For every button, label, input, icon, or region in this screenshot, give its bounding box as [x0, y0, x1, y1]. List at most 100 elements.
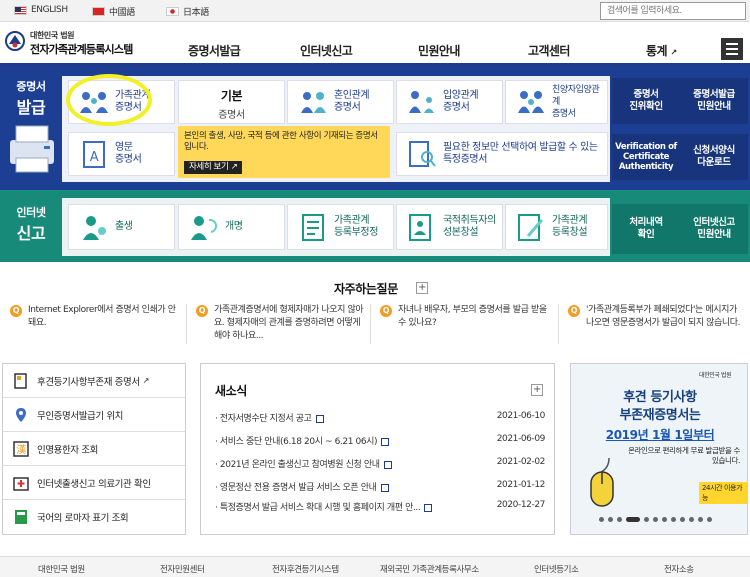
banner-pager[interactable]	[599, 517, 712, 522]
issue-label-big: 발급	[16, 98, 46, 117]
card-nationality-surname-report[interactable]: 국적취득자의 성본창설	[396, 204, 503, 250]
site-header: 대한민국 법원 전자가족관계등록시스템 증명서발급 인터넷신고 민원안내 고객센…	[0, 22, 750, 66]
quick-link-birth-hospital[interactable]: 인터넷출생신고 의료기관 확인	[3, 466, 185, 500]
card-specific-certificate[interactable]: 필요한 정보만 선택하여 발급할 수 있는 특정증명서	[396, 132, 608, 176]
banner-desc: 온라인으로 편리하게 무료 발급받을 수 있습니다.	[628, 446, 740, 465]
printer-icon	[10, 125, 54, 173]
quick-link-guardianship[interactable]: 후견등기사항부존재 증명서 ↗	[3, 364, 185, 398]
faq-q-icon: Q	[10, 305, 22, 317]
faq-more-button[interactable]: +	[416, 282, 428, 294]
baby-icon	[83, 216, 106, 240]
book-icon	[15, 510, 27, 524]
report-label-big: 신고	[16, 224, 46, 243]
faq-item-3[interactable]: Q 자녀나 배우자, 부모의 증명서를 발급 받을 수 있나요?	[380, 304, 550, 330]
footer-link-overseas[interactable]: 재외국민 가족관계등록사무소	[380, 563, 479, 575]
basic-certificate-notice: 본인의 출생, 사망, 국적 등에 관한 사항이 기재되는 증명서입니다. 자세…	[178, 126, 390, 178]
card-creation-label: 가족관계 등록창설	[552, 215, 588, 238]
card-rename-label: 개명	[225, 221, 243, 232]
nav-internet-report[interactable]: 인터넷신고	[300, 42, 353, 59]
new-badge-icon	[380, 483, 389, 492]
document-a-icon: A	[83, 141, 105, 168]
court-logo-icon[interactable]	[4, 30, 26, 52]
japan-flag-icon	[166, 7, 179, 16]
faq-item-4[interactable]: Q '가족관계등록부가 폐쇄되었다'는 메시지가 나오면 영문증명서가 발급이 …	[568, 304, 746, 330]
lang-chinese-label: 中國語	[109, 8, 135, 18]
document-search-icon	[409, 141, 436, 167]
card-birth-report[interactable]: 출생	[68, 204, 175, 250]
document-person-icon	[409, 214, 431, 241]
svg-text:A: A	[90, 150, 99, 165]
news-more-button[interactable]: +	[531, 384, 543, 396]
person-refresh-icon	[191, 216, 218, 240]
card-english-certificate[interactable]: A 영문 증명서	[68, 132, 175, 176]
issue-band-label: 증명서 발급	[0, 78, 62, 118]
side-process-check[interactable]: 처리내역 확인	[612, 204, 680, 254]
report-band-label: 인터넷 신고	[0, 204, 62, 244]
side-verify-certificate[interactable]: 증명서 진위확인	[612, 78, 680, 124]
lang-chinese-link[interactable]: 中國語	[92, 5, 135, 18]
faq-text: 자녀나 배우자, 부모의 증명서를 발급 받을 수 있나요?	[398, 305, 547, 328]
side-certificate-guide[interactable]: 증명서발급 민원안내	[680, 78, 748, 124]
couple-icon	[301, 92, 326, 113]
promo-banner[interactable]: 대한민국 법원 후견 등기사항 부존재증명서는 2019년 1월 1일부터 온라…	[570, 363, 748, 535]
footer-link-civil-center[interactable]: 전자민원센터	[160, 563, 205, 575]
quick-link-romanization[interactable]: 국어의 로마자 표기 조회	[3, 500, 185, 534]
lang-english-label: ENGLISH	[31, 5, 68, 15]
news-date: 2021-02-02	[496, 457, 546, 467]
nav-certificate[interactable]: 증명서발급	[188, 42, 241, 59]
svg-text:漢: 漢	[16, 443, 26, 456]
card-special-adoption-certificate[interactable]: 친양자입양관계 증명서	[505, 80, 608, 124]
card-correction-label: 가족관계 등록부정정	[334, 215, 379, 238]
new-badge-icon	[424, 503, 433, 512]
banner-badge: 24시간 이용가능	[699, 482, 747, 504]
quick-link-kiosk-location[interactable]: 무인증명서발급기 위치	[3, 398, 185, 432]
footer-link-guardianship[interactable]: 전자후견등기시스템	[272, 563, 339, 575]
notice-detail-button[interactable]: 자세히 보기 ↗	[184, 161, 243, 174]
footer-link-registry[interactable]: 인터넷등기소	[534, 563, 579, 575]
quick-link-label: 인터넷출생신고 의료기관 확인	[37, 478, 151, 490]
card-marriage-label: 혼인관계 증명서	[334, 90, 370, 113]
notice-detail-label: 자세히 보기	[189, 162, 229, 172]
language-bar: ENGLISH 中國語 日本語	[0, 0, 750, 22]
nav-civil-guide[interactable]: 민원안내	[418, 42, 460, 59]
card-adoption-certificate[interactable]: 입양관계 증명서	[396, 80, 503, 124]
side-report-guide[interactable]: 인터넷신고 민원안내	[680, 204, 748, 254]
card-marriage-certificate[interactable]: 혼인관계 증명서	[287, 80, 394, 124]
china-flag-icon	[92, 7, 105, 16]
hanja-icon: 漢	[13, 440, 29, 457]
faq-item-2[interactable]: Q 가족관계증명서에 형제자매가 나오지 않아요. 형제자매의 관계를 증명하려…	[196, 304, 366, 343]
map-pin-icon	[16, 407, 26, 422]
faq-text: '가족관계등록부가 폐쇄되었다'는 메시지가 나오면 영문증명서가 발급이 되지…	[586, 305, 741, 328]
side-form-download[interactable]: 신청서양식 다운로드	[680, 134, 748, 180]
document-icon	[14, 372, 27, 389]
banner-date: 2019년 1월 1일부터	[605, 428, 715, 442]
card-basic-certificate[interactable]: 기본 증명서	[178, 80, 285, 124]
quick-link-label: 무인증명서발급기 위치	[37, 410, 124, 422]
card-correction-report[interactable]: 가족관계 등록부정정	[287, 204, 394, 250]
report-label-small: 인터넷	[16, 206, 46, 219]
news-date: 2020-12-27	[496, 500, 546, 510]
footer-link-e-litigation[interactable]: 전자소송	[664, 563, 694, 575]
footer-link-court[interactable]: 대한민국 법원	[38, 563, 85, 575]
lang-japanese-link[interactable]: 日本語	[166, 5, 209, 18]
faq-text: Internet Explorer에서 증명서 인쇄가 안돼요.	[28, 305, 176, 328]
search-input[interactable]	[600, 2, 746, 20]
quick-link-name-hanja[interactable]: 漢 인명용한자 조회	[3, 432, 185, 466]
card-rename-report[interactable]: 개명	[178, 204, 285, 250]
side-verification-english[interactable]: Verification of Certificate Authenticity	[612, 134, 680, 180]
news-date: 2021-06-09	[496, 434, 546, 444]
banner-title-2: 부존재증명서는	[619, 408, 701, 423]
new-badge-icon	[383, 460, 392, 469]
faq-q-icon: Q	[196, 305, 208, 317]
card-adoption-label: 입양관계 증명서	[443, 90, 479, 113]
card-specific-label: 필요한 정보만 선택하여 발급할 수 있는 특정증명서	[443, 142, 598, 165]
logo-title[interactable]: 전자가족관계등록시스템	[30, 41, 133, 57]
faq-text: 가족관계증명서에 형제자매가 나오지 않아요. 형제자매의 관계를 증명하려면 …	[214, 305, 364, 341]
card-registration-creation-report[interactable]: 가족관계 등록창설	[505, 204, 608, 250]
lang-english-link[interactable]: ENGLISH	[14, 5, 68, 15]
card-birth-label: 출생	[115, 221, 133, 232]
nav-customer-center[interactable]: 고객센터	[528, 42, 570, 59]
faq-item-1[interactable]: Q Internet Explorer에서 증명서 인쇄가 안돼요.	[10, 304, 180, 330]
menu-button[interactable]	[721, 38, 743, 60]
nav-statistics[interactable]: 통계 ↗	[646, 42, 677, 59]
